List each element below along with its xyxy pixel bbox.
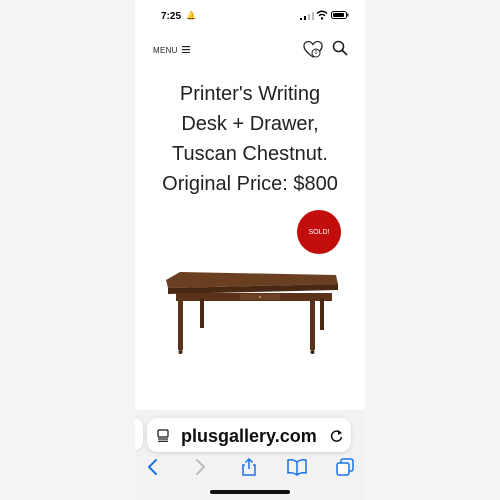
title-line: Original Price: $800: [162, 173, 338, 196]
battery-icon: [331, 11, 349, 19]
phone-screen: 7:25 🔔 MENU 0 Printer's Writing Desk + D…: [135, 0, 365, 500]
forward-icon: [196, 459, 205, 475]
wishlist-count: 0: [314, 50, 318, 56]
product-image[interactable]: [160, 268, 340, 358]
hamburger-icon[interactable]: [182, 46, 190, 53]
url-text[interactable]: plusgallery.com: [181, 426, 317, 447]
tabs-icon[interactable]: [336, 458, 354, 476]
title-line: Printer's Writing: [179, 83, 321, 106]
site-header: MENU 0: [135, 36, 365, 62]
reload-icon[interactable]: [330, 428, 343, 442]
title-line: Desk + Drawer,: [181, 113, 319, 136]
wifi-icon: [316, 10, 328, 20]
browser-toolbar: [135, 458, 365, 480]
search-icon[interactable]: [332, 40, 348, 56]
status-bar: 7:25 🔔: [135, 0, 365, 32]
product-title: Printer's Writing Desk + Drawer, Tuscan …: [135, 79, 365, 199]
heart-icon: [303, 40, 323, 58]
title-line: Tuscan Chestnut.: [171, 143, 328, 166]
bookmarks-icon[interactable]: [287, 458, 307, 476]
status-time: 7:25: [161, 11, 182, 22]
menu-label[interactable]: MENU: [153, 46, 178, 55]
sold-badge: SOLD!: [297, 210, 341, 254]
signal-icon: [300, 12, 314, 20]
previous-tab-peek[interactable]: [135, 418, 143, 450]
reader-icon[interactable]: [157, 429, 169, 442]
back-icon[interactable]: [144, 458, 162, 476]
bell-icon: 🔔: [186, 11, 196, 20]
wishlist-button[interactable]: 0: [303, 40, 323, 60]
share-icon[interactable]: [240, 458, 258, 476]
address-bar[interactable]: plusgallery.com: [147, 418, 351, 452]
home-indicator: [210, 490, 290, 494]
sold-badge-label: SOLD!: [308, 228, 330, 236]
